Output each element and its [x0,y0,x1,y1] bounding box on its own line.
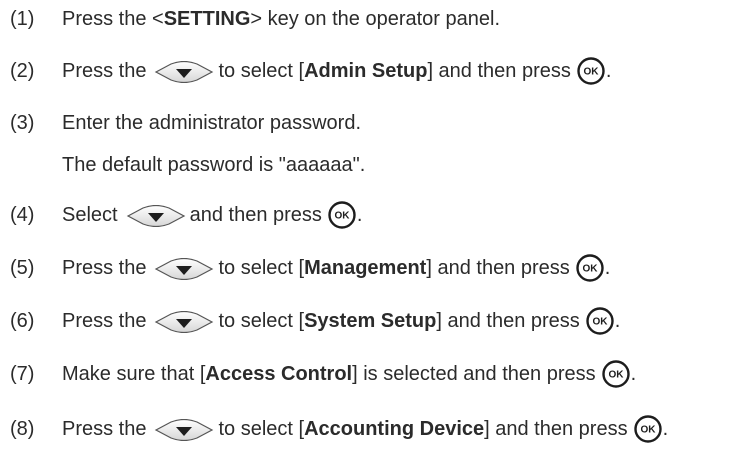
step-3: (3) Enter the administrator password. [10,106,361,140]
step-text: ] and then press [484,417,628,440]
ok-button-icon: OK [577,57,605,85]
menu-item: Admin Setup [304,59,428,82]
step-5: (5) Press the to select [Management] and… [10,251,610,285]
note-text: The default password is "aaaaaa". [62,153,366,176]
instruction-page: (1) Press the < SETTING > key on the opera… [0,0,751,464]
step-number: (6) [10,309,35,332]
menu-item: Access Control [205,362,353,385]
svg-text:OK: OK [592,317,608,328]
step-number: (7) [10,362,35,385]
down-arrow-key-icon [154,60,214,84]
step-text: Press the [62,309,147,332]
step-text: ] is selected and then press [352,362,596,385]
step-text: and then press [189,203,322,226]
step-text: . [605,59,612,82]
step-8: (8) Press the to select [Accounting Devi… [10,412,668,446]
ok-button-icon: OK [601,360,630,388]
step-text: . [356,203,363,226]
step-7: (7) Make sure that [Access Control] is s… [10,357,636,391]
step-text: . [614,309,621,332]
menu-item: System Setup [304,309,437,332]
down-arrow-key-icon [154,418,214,442]
step-text: ] and then press [426,256,570,279]
ok-button-icon: OK [586,307,614,335]
step-text: ] and then press [427,59,571,82]
down-arrow-key-icon [126,204,186,228]
step-number: (8) [10,417,35,440]
down-arrow-key-icon [154,310,214,334]
svg-text:OK: OK [583,67,599,78]
step-text: . [630,362,637,385]
svg-text:OK: OK [582,264,598,275]
ok-button-icon: OK [633,415,662,443]
password-note: The default password is "aaaaaa". [62,150,365,180]
down-arrow-key-icon [154,257,214,281]
ok-button-icon: OK [576,254,604,282]
step-2: (2) Press the to select [Admin Setup] an… [10,54,611,88]
step-text: Select [62,203,118,226]
ok-button-icon: OK [328,201,356,229]
step-text: Press the [62,256,147,279]
step-number: (1) [10,7,35,30]
menu-item: Accounting Device [304,417,485,440]
step-text: Press the [62,417,147,440]
step-4: (4) Select and then press OK. [10,198,362,232]
step-6: (6) Press the to select [System Setup] a… [10,304,620,338]
step-text: . [662,417,669,440]
step-text: Enter the administrator password. [62,111,362,134]
step-number: (4) [10,203,35,226]
svg-text:OK: OK [608,370,624,381]
step-text: ] and then press [436,309,580,332]
key-name: SETTING [163,7,251,30]
step-text: Press the [62,59,147,82]
step-text: to select [ [218,59,305,82]
step-text: > key on the operator panel. [250,7,501,30]
step-text: to select [ [218,309,305,332]
svg-text:OK: OK [334,211,350,222]
menu-item: Management [304,256,427,279]
svg-text:OK: OK [640,425,656,436]
step-text: to select [ [218,256,305,279]
step-text: to select [ [218,417,305,440]
step-text: Make sure that [ [62,362,206,385]
step-text: . [604,256,611,279]
step-number: (2) [10,59,35,82]
step-number: (3) [10,111,35,134]
step-text: Press the < [62,7,164,30]
step-number: (5) [10,256,35,279]
step-1: (1) Press the < SETTING > key on the opera… [10,2,500,36]
